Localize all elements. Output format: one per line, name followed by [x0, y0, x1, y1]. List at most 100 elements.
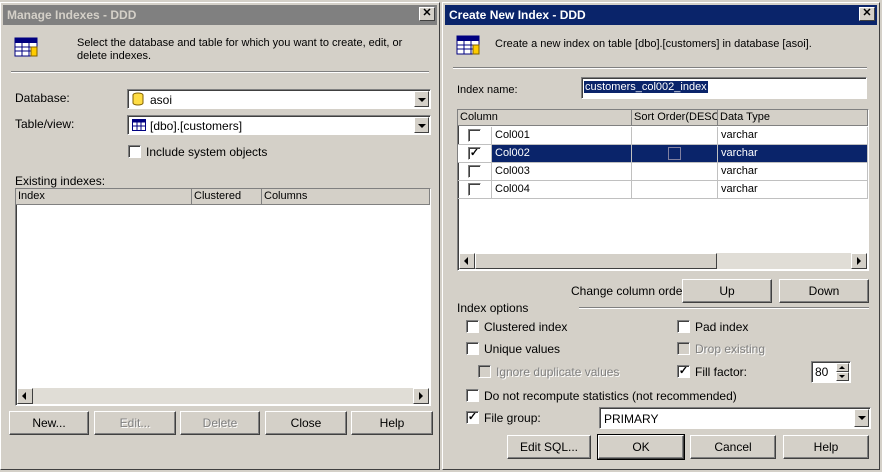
data-type: varchar — [718, 181, 868, 199]
clustered-index-label: Clustered index — [484, 320, 568, 334]
table-row[interactable]: Col001 varchar — [458, 127, 868, 145]
sort-order-cell[interactable] — [632, 145, 718, 163]
fill-factor-checkbox[interactable]: ✓ — [677, 365, 690, 378]
column-name: Col004 — [492, 181, 632, 199]
database-icon — [132, 92, 144, 106]
chevron-down-icon[interactable] — [854, 409, 869, 427]
file-group-checkbox[interactable]: ✓ — [466, 411, 479, 424]
grid-header-data-type[interactable]: Data Type — [718, 110, 868, 126]
file-group-dropdown[interactable]: PRIMARY — [599, 407, 871, 429]
down-button[interactable]: Down — [779, 279, 869, 303]
manage-description: Select the database and table for which … — [77, 37, 403, 62]
include-system-label: Include system objects — [146, 145, 268, 159]
close-button[interactable]: Close — [265, 411, 347, 435]
table-view-dropdown[interactable]: [dbo].[customers] — [127, 115, 431, 135]
include-system-checkbox[interactable] — [128, 145, 141, 158]
file-group-label: File group: — [484, 411, 541, 425]
spin-down-icon[interactable] — [836, 372, 849, 381]
create-index-title: Create New Index - DDD — [449, 8, 586, 22]
index-name-value: customers_col002_index — [584, 81, 708, 93]
scroll-thumb[interactable] — [475, 253, 717, 269]
data-type: varchar — [718, 127, 868, 145]
ignore-duplicate-label: Ignore duplicate values — [496, 365, 620, 379]
file-group-value: PRIMARY — [604, 412, 659, 426]
manage-indexes-window: Manage Indexes - DDD ✕ Select the databa… — [0, 2, 440, 470]
column-name: Col002 — [492, 145, 632, 163]
table-icon — [456, 35, 480, 55]
manage-indexes-titlebar[interactable]: Manage Indexes - DDD ✕ — [3, 5, 437, 25]
database-dropdown[interactable]: asoi — [127, 89, 431, 109]
chevron-down-icon[interactable] — [414, 117, 429, 133]
existing-indexes-list[interactable]: Index Clustered Columns — [15, 188, 431, 406]
database-label: Database: — [15, 91, 70, 105]
pad-index-label: Pad index — [695, 320, 749, 334]
scroll-left-icon[interactable] — [17, 388, 33, 404]
fill-factor-label: Fill factor: — [695, 365, 748, 379]
unique-values-checkbox[interactable] — [466, 342, 479, 355]
delete-button[interactable]: Delete — [180, 411, 260, 435]
spin-up-icon[interactable] — [836, 363, 849, 372]
column-header-clustered[interactable]: Clustered — [192, 189, 262, 205]
sort-order-cell[interactable] — [632, 127, 718, 145]
divider — [11, 71, 429, 73]
create-index-titlebar[interactable]: Create New Index - DDD ✕ — [445, 5, 877, 25]
no-recompute-checkbox[interactable] — [466, 389, 479, 402]
chevron-down-icon[interactable] — [414, 91, 429, 107]
table-row[interactable]: Col003 varchar — [458, 163, 868, 181]
grid-header-column[interactable]: Column — [458, 110, 632, 126]
help-button[interactable]: Help — [351, 411, 433, 435]
include-column-checkbox[interactable]: ✓ — [468, 147, 481, 160]
ignore-duplicate-checkbox[interactable] — [478, 365, 491, 378]
table-icon — [14, 37, 38, 57]
column-grid[interactable]: Column Sort Order(DESC) Data Type Col001… — [457, 109, 869, 271]
divider — [579, 307, 869, 309]
data-type: varchar — [718, 163, 868, 181]
database-value: asoi — [150, 93, 173, 107]
table-view-value: [dbo].[customers] — [150, 119, 243, 133]
new-button[interactable]: New... — [9, 411, 89, 435]
scroll-right-icon[interactable] — [413, 388, 429, 404]
clustered-index-checkbox[interactable] — [466, 320, 479, 333]
data-type: varchar — [718, 145, 868, 163]
drop-existing-checkbox[interactable] — [677, 342, 690, 355]
unique-values-label: Unique values — [484, 342, 561, 356]
cancel-button[interactable]: Cancel — [690, 435, 776, 459]
sort-desc-checkbox[interactable] — [668, 147, 681, 160]
existing-indexes-label: Existing indexes: — [15, 174, 106, 188]
divider — [453, 67, 867, 69]
index-name-input[interactable]: customers_col002_index — [581, 77, 867, 99]
column-header-columns[interactable]: Columns — [262, 189, 430, 205]
create-index-window: Create New Index - DDD ✕ Create a new in… — [442, 2, 880, 470]
manage-indexes-title: Manage Indexes - DDD — [7, 8, 137, 22]
fill-factor-spinner[interactable]: 80 — [811, 361, 851, 383]
edit-sql-button[interactable]: Edit SQL... — [507, 435, 591, 459]
scroll-right-icon[interactable] — [851, 253, 867, 269]
grid-header-sort-order[interactable]: Sort Order(DESC) — [632, 110, 718, 126]
table-row[interactable]: Col004 varchar — [458, 181, 868, 199]
column-name: Col003 — [492, 163, 632, 181]
manage-close-icon[interactable]: ✕ — [419, 7, 435, 21]
table-icon — [132, 119, 146, 131]
fill-factor-value: 80 — [815, 365, 829, 379]
horizontal-scrollbar[interactable] — [459, 253, 867, 269]
ok-button[interactable]: OK — [597, 434, 685, 460]
help-button[interactable]: Help — [783, 435, 869, 459]
index-options-label: Index options — [457, 301, 529, 315]
scroll-left-icon[interactable] — [459, 253, 475, 269]
up-button[interactable]: Up — [682, 279, 772, 303]
column-header-index[interactable]: Index — [16, 189, 192, 205]
include-column-checkbox[interactable] — [468, 165, 481, 178]
sort-order-cell[interactable] — [632, 163, 718, 181]
edit-button[interactable]: Edit... — [94, 411, 176, 435]
sort-order-cell[interactable] — [632, 181, 718, 199]
change-order-label: Change column order: — [571, 284, 690, 298]
drop-existing-label: Drop existing — [695, 342, 766, 356]
index-name-label: Index name: — [457, 84, 518, 96]
pad-index-checkbox[interactable] — [677, 320, 690, 333]
no-recompute-label: Do not recompute statistics (not recomme… — [484, 389, 737, 403]
table-row[interactable]: ✓ Col002 varchar — [458, 145, 868, 163]
include-column-checkbox[interactable] — [468, 183, 481, 196]
include-column-checkbox[interactable] — [468, 129, 481, 142]
horizontal-scrollbar[interactable] — [17, 388, 429, 404]
create-close-icon[interactable]: ✕ — [859, 7, 875, 21]
